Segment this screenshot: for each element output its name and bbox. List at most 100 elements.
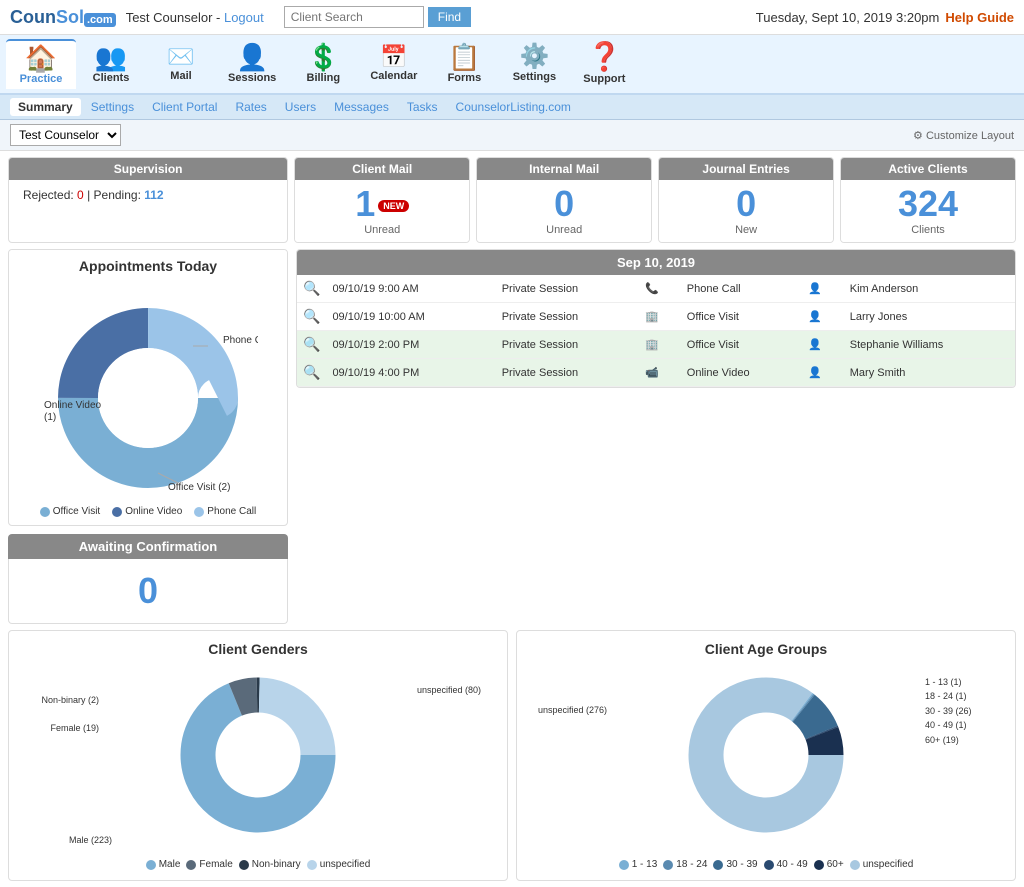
appt-datetime-2: 09/10/19 10:00 AM — [326, 303, 495, 331]
settings-icon: ⚙️ — [519, 45, 549, 69]
sub-nav-tasks[interactable]: Tasks — [399, 98, 446, 116]
search-input[interactable] — [284, 6, 424, 28]
nav-item-calendar[interactable]: 📅 Calendar — [358, 42, 429, 86]
table-row[interactable]: 🔍 09/10/19 10:00 AM Private Session 🏢 Of… — [297, 303, 1015, 331]
age-chart-legend: 1 - 13 18 - 24 30 - 39 40 - 49 60+ unspe… — [527, 859, 1005, 870]
gender-chart-section: Client Genders Non-binary (2) Female (19… — [8, 630, 508, 881]
legend-dot-30-39 — [713, 860, 723, 870]
journal-number: 0 — [736, 186, 756, 222]
supervision-text: Rejected: 0 | Pending: 112 — [23, 188, 164, 202]
table-row[interactable]: 🔍 09/10/19 2:00 PM Private Session 🏢 Off… — [297, 331, 1015, 359]
appointments-widget: Appointments Today Phone Call (1) — [8, 249, 288, 526]
sub-nav-users[interactable]: Users — [277, 98, 324, 116]
unread-badge: NEW — [378, 200, 409, 212]
gender-donut-center — [216, 713, 300, 797]
legend-label-40-49: 40 - 49 — [777, 859, 808, 870]
legend-label-male: Male — [159, 859, 181, 870]
sub-nav-settings[interactable]: Settings — [83, 98, 142, 116]
legend-age-60plus: 60+ — [814, 859, 844, 870]
sub-nav-client-portal[interactable]: Client Portal — [144, 98, 225, 116]
find-button[interactable]: Find — [428, 7, 471, 27]
legend-dot-online — [112, 507, 122, 517]
appt-datetime-1: 09/10/19 9:00 AM — [326, 275, 495, 303]
appointments-body: Phone Call (1) Online Video (1) Office V… — [9, 282, 287, 525]
nav-label-sessions: Sessions — [228, 72, 276, 84]
label-online: Online Video — [44, 400, 102, 411]
logout-link[interactable]: Logout — [224, 10, 264, 25]
help-guide-link[interactable]: Help Guide — [945, 10, 1014, 25]
legend-age-18-24: 18 - 24 — [663, 859, 707, 870]
client-mail-body: 1 NEW Unread — [295, 180, 469, 242]
journal-header: Journal Entries — [659, 158, 833, 180]
search-icon-3: 🔍 — [303, 336, 320, 352]
sessions-icon: 👤 — [236, 44, 268, 70]
legend-dot-male — [146, 860, 156, 870]
header-right: Tuesday, Sept 10, 2019 3:20pm Help Guide — [756, 10, 1014, 25]
legend-age-30-39: 30 - 39 — [713, 859, 757, 870]
donut-center — [98, 348, 198, 448]
left-panel: Appointments Today Phone Call (1) — [8, 249, 288, 624]
age-chart-section: Client Age Groups unspecified (276) 1 - … — [516, 630, 1016, 881]
client-icon-3: 👤 — [808, 339, 822, 351]
nav-item-support[interactable]: ❓ Support — [569, 39, 639, 89]
client-mail-header: Client Mail — [295, 158, 469, 180]
username: Test Counselor — [126, 10, 213, 25]
legend-label-office: Office Visit — [53, 506, 100, 517]
nav-item-forms[interactable]: 📋 Forms — [429, 40, 499, 88]
legend-label-online: Online Video — [125, 506, 182, 517]
legend-dot-office — [40, 507, 50, 517]
nav-item-sessions[interactable]: 👤 Sessions — [216, 40, 288, 88]
sub-nav-messages[interactable]: Messages — [326, 98, 397, 116]
awaiting-widget: Awaiting Confirmation 0 — [8, 534, 288, 624]
legend-age-unspecified: unspecified — [850, 859, 914, 870]
sub-nav-summary[interactable]: Summary — [10, 98, 81, 116]
legend-label-nonbinary: Non-binary — [252, 859, 301, 870]
nav-label-calendar: Calendar — [370, 70, 417, 82]
calendar-icon: 📅 — [380, 46, 407, 68]
legend-label-unspecified-age: unspecified — [863, 859, 914, 870]
gender-donut-svg — [168, 665, 348, 845]
awaiting-header: Awaiting Confirmation — [8, 534, 288, 559]
active-clients-body: 324 Clients — [841, 180, 1015, 242]
customize-layout-link[interactable]: Customize Layout — [913, 129, 1014, 142]
client-mail-box: Client Mail 1 NEW Unread — [294, 157, 470, 243]
sub-nav-counselorlisting[interactable]: CounselorListing.com — [448, 98, 579, 116]
nav-label-clients: Clients — [93, 72, 130, 84]
nav-label-billing: Billing — [307, 72, 341, 84]
support-icon: ❓ — [587, 43, 622, 71]
appt-mode-3: Office Visit — [681, 331, 802, 359]
internal-mail-body: 0 Unread — [477, 180, 651, 242]
gender-label-unspecified: unspecified (80) — [417, 685, 497, 695]
legend-dot-nonbinary — [239, 860, 249, 870]
nav-item-settings[interactable]: ⚙️ Settings — [499, 41, 569, 87]
client-mail-value: 1 NEW — [355, 186, 409, 222]
age-chart-container: unspecified (276) 1 - 13 (1) 18 - 24 (1)… — [527, 665, 1005, 845]
gender-label-nonbinary: Non-binary (2) — [19, 695, 99, 705]
forms-icon: 📋 — [448, 44, 480, 70]
supervision-box: Supervision Rejected: 0 | Pending: 112 — [8, 157, 288, 243]
nav-item-billing[interactable]: 💲 Billing — [288, 40, 358, 88]
nav-item-clients[interactable]: 👥 Clients — [76, 40, 146, 88]
legend-dot-unspecified-gender — [307, 860, 317, 870]
table-row[interactable]: 🔍 09/10/19 9:00 AM Private Session 📞 Pho… — [297, 275, 1015, 303]
sub-nav-rates[interactable]: Rates — [227, 98, 274, 116]
table-row[interactable]: 🔍 09/10/19 4:00 PM Private Session 📹 Onl… — [297, 359, 1015, 387]
video-icon-4: 📹 — [645, 367, 659, 379]
internal-mail-label: Unread — [546, 224, 582, 236]
pending-value: 112 — [144, 188, 163, 202]
label-office: Office Visit (2) — [168, 482, 230, 493]
right-panel: Sep 10, 2019 🔍 09/10/19 9:00 AM Private … — [296, 249, 1016, 624]
counselor-select[interactable]: Test Counselor — [10, 124, 121, 146]
legend-dot-unspecified-age — [850, 860, 860, 870]
legend-label-60plus: 60+ — [827, 859, 844, 870]
age-labels-right: 1 - 13 (1) 18 - 24 (1) 30 - 39 (26) 40 -… — [925, 675, 1005, 747]
header: CounSol.com Test Counselor - Logout Find… — [0, 0, 1024, 35]
appt-mode-1: Phone Call — [681, 275, 802, 303]
age-label-30-39: 30 - 39 (26) — [925, 704, 1005, 718]
age-donut-center — [724, 713, 808, 797]
nav-item-practice[interactable]: 🏠 Practice — [6, 39, 76, 89]
appointments-legend: Office Visit Online Video Phone Call — [17, 506, 279, 517]
appt-client-1: Kim Anderson — [844, 275, 1015, 303]
nav-item-mail[interactable]: ✉️ Mail — [146, 42, 216, 86]
office-icon-2: 🏢 — [645, 311, 659, 323]
